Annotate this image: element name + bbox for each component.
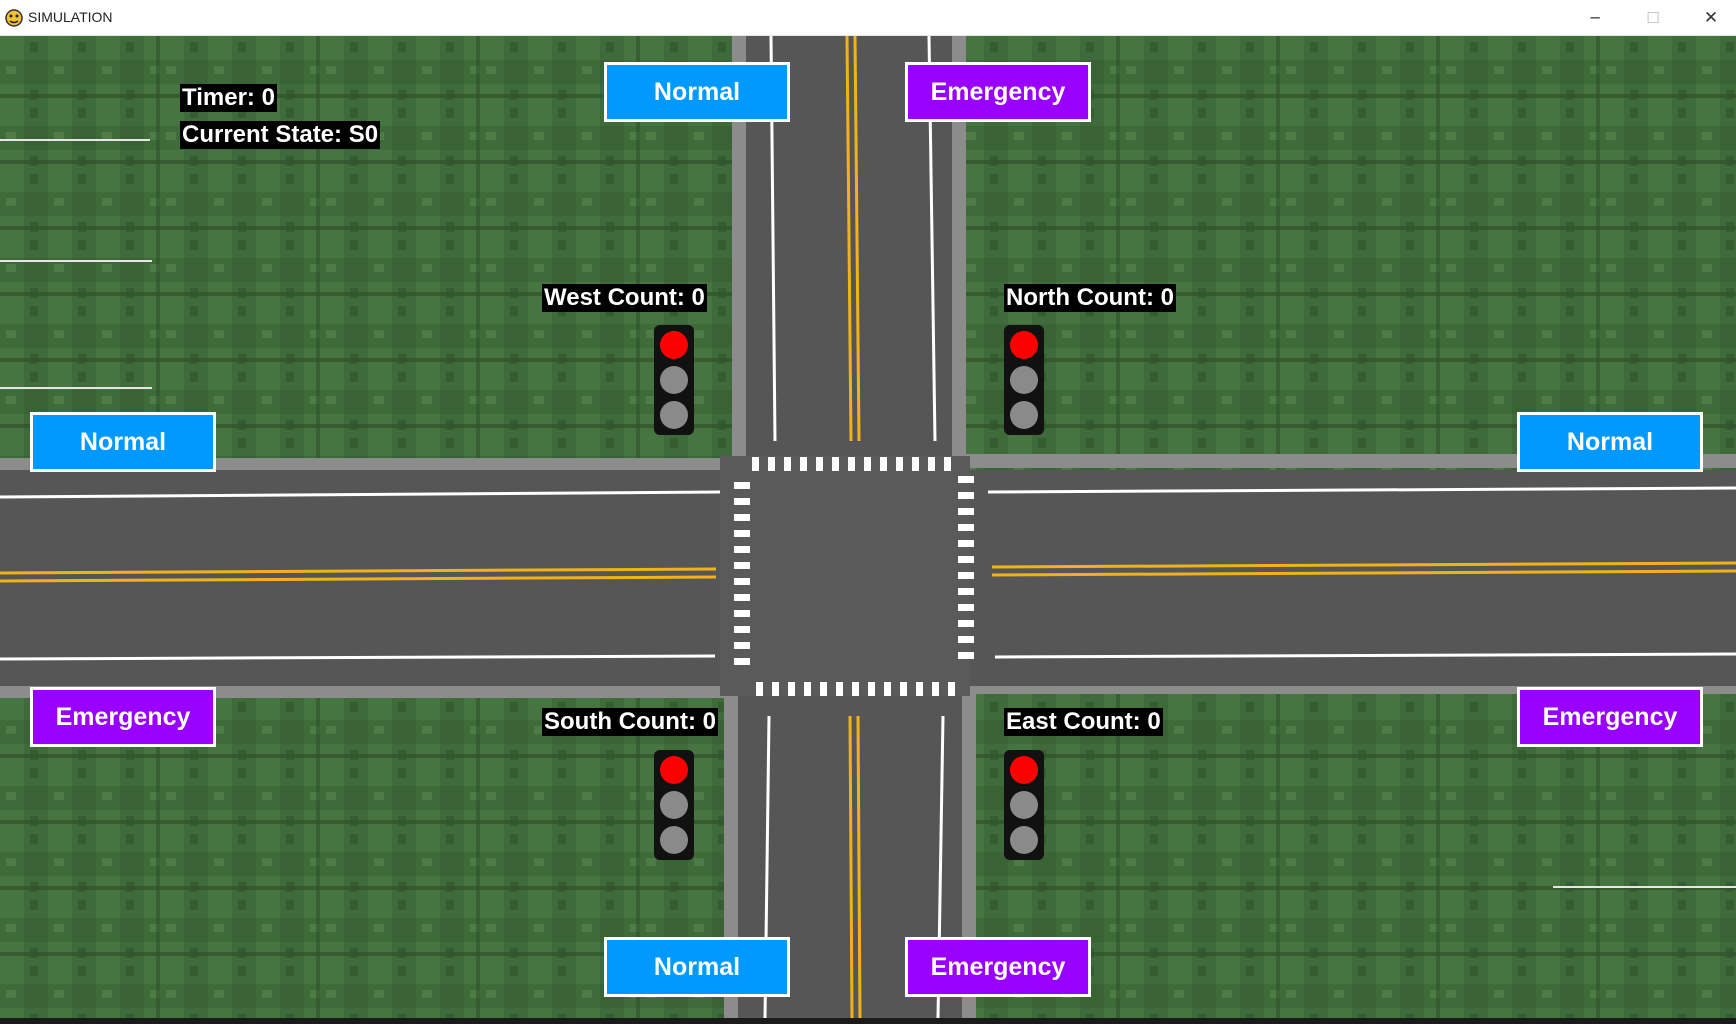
north-count-label: North Count: 0 (1004, 284, 1176, 312)
south-yellow-lamp (660, 791, 688, 819)
intersection-background (0, 36, 1736, 1018)
west-red-lamp (660, 331, 688, 359)
west-emergency-button[interactable]: Emergency (30, 687, 216, 747)
window-bottom-edge (0, 1018, 1736, 1024)
close-button[interactable]: ✕ (1682, 0, 1736, 36)
east-normal-button[interactable]: Normal (1517, 412, 1703, 472)
south-red-lamp (660, 756, 688, 784)
west-green-lamp (660, 401, 688, 429)
maximize-button[interactable]: ☐ (1624, 0, 1682, 36)
north-traffic-light (1004, 325, 1044, 435)
north-emergency-button[interactable]: Emergency (905, 62, 1091, 122)
intersection-scene: Timer: 0 Current State: S0 West Count: 0… (0, 36, 1736, 1018)
title-bar: SIMULATION ─ ☐ ✕ (0, 0, 1736, 36)
east-green-lamp (1010, 826, 1038, 854)
window-title: SIMULATION (28, 9, 113, 25)
west-traffic-light (654, 325, 694, 435)
north-green-lamp (1010, 401, 1038, 429)
simulation-window: SIMULATION ─ ☐ ✕ Timer: 0 Current State:… (0, 0, 1736, 1024)
east-red-lamp (1010, 756, 1038, 784)
west-yellow-lamp (660, 366, 688, 394)
timer-label: Timer: 0 (180, 84, 277, 112)
south-traffic-light (654, 750, 694, 860)
west-normal-button[interactable]: Normal (30, 412, 216, 472)
south-count-label: South Count: 0 (542, 708, 718, 736)
north-red-lamp (1010, 331, 1038, 359)
pygame-snake-icon (5, 9, 23, 27)
east-yellow-lamp (1010, 791, 1038, 819)
east-traffic-light (1004, 750, 1044, 860)
south-green-lamp (660, 826, 688, 854)
south-emergency-button[interactable]: Emergency (905, 937, 1091, 997)
east-count-label: East Count: 0 (1004, 708, 1163, 736)
south-normal-button[interactable]: Normal (604, 937, 790, 997)
east-emergency-button[interactable]: Emergency (1517, 687, 1703, 747)
west-count-label: West Count: 0 (542, 284, 707, 312)
minimize-button[interactable]: ─ (1566, 0, 1624, 36)
north-normal-button[interactable]: Normal (604, 62, 790, 122)
current-state-label: Current State: S0 (180, 121, 381, 149)
north-yellow-lamp (1010, 366, 1038, 394)
